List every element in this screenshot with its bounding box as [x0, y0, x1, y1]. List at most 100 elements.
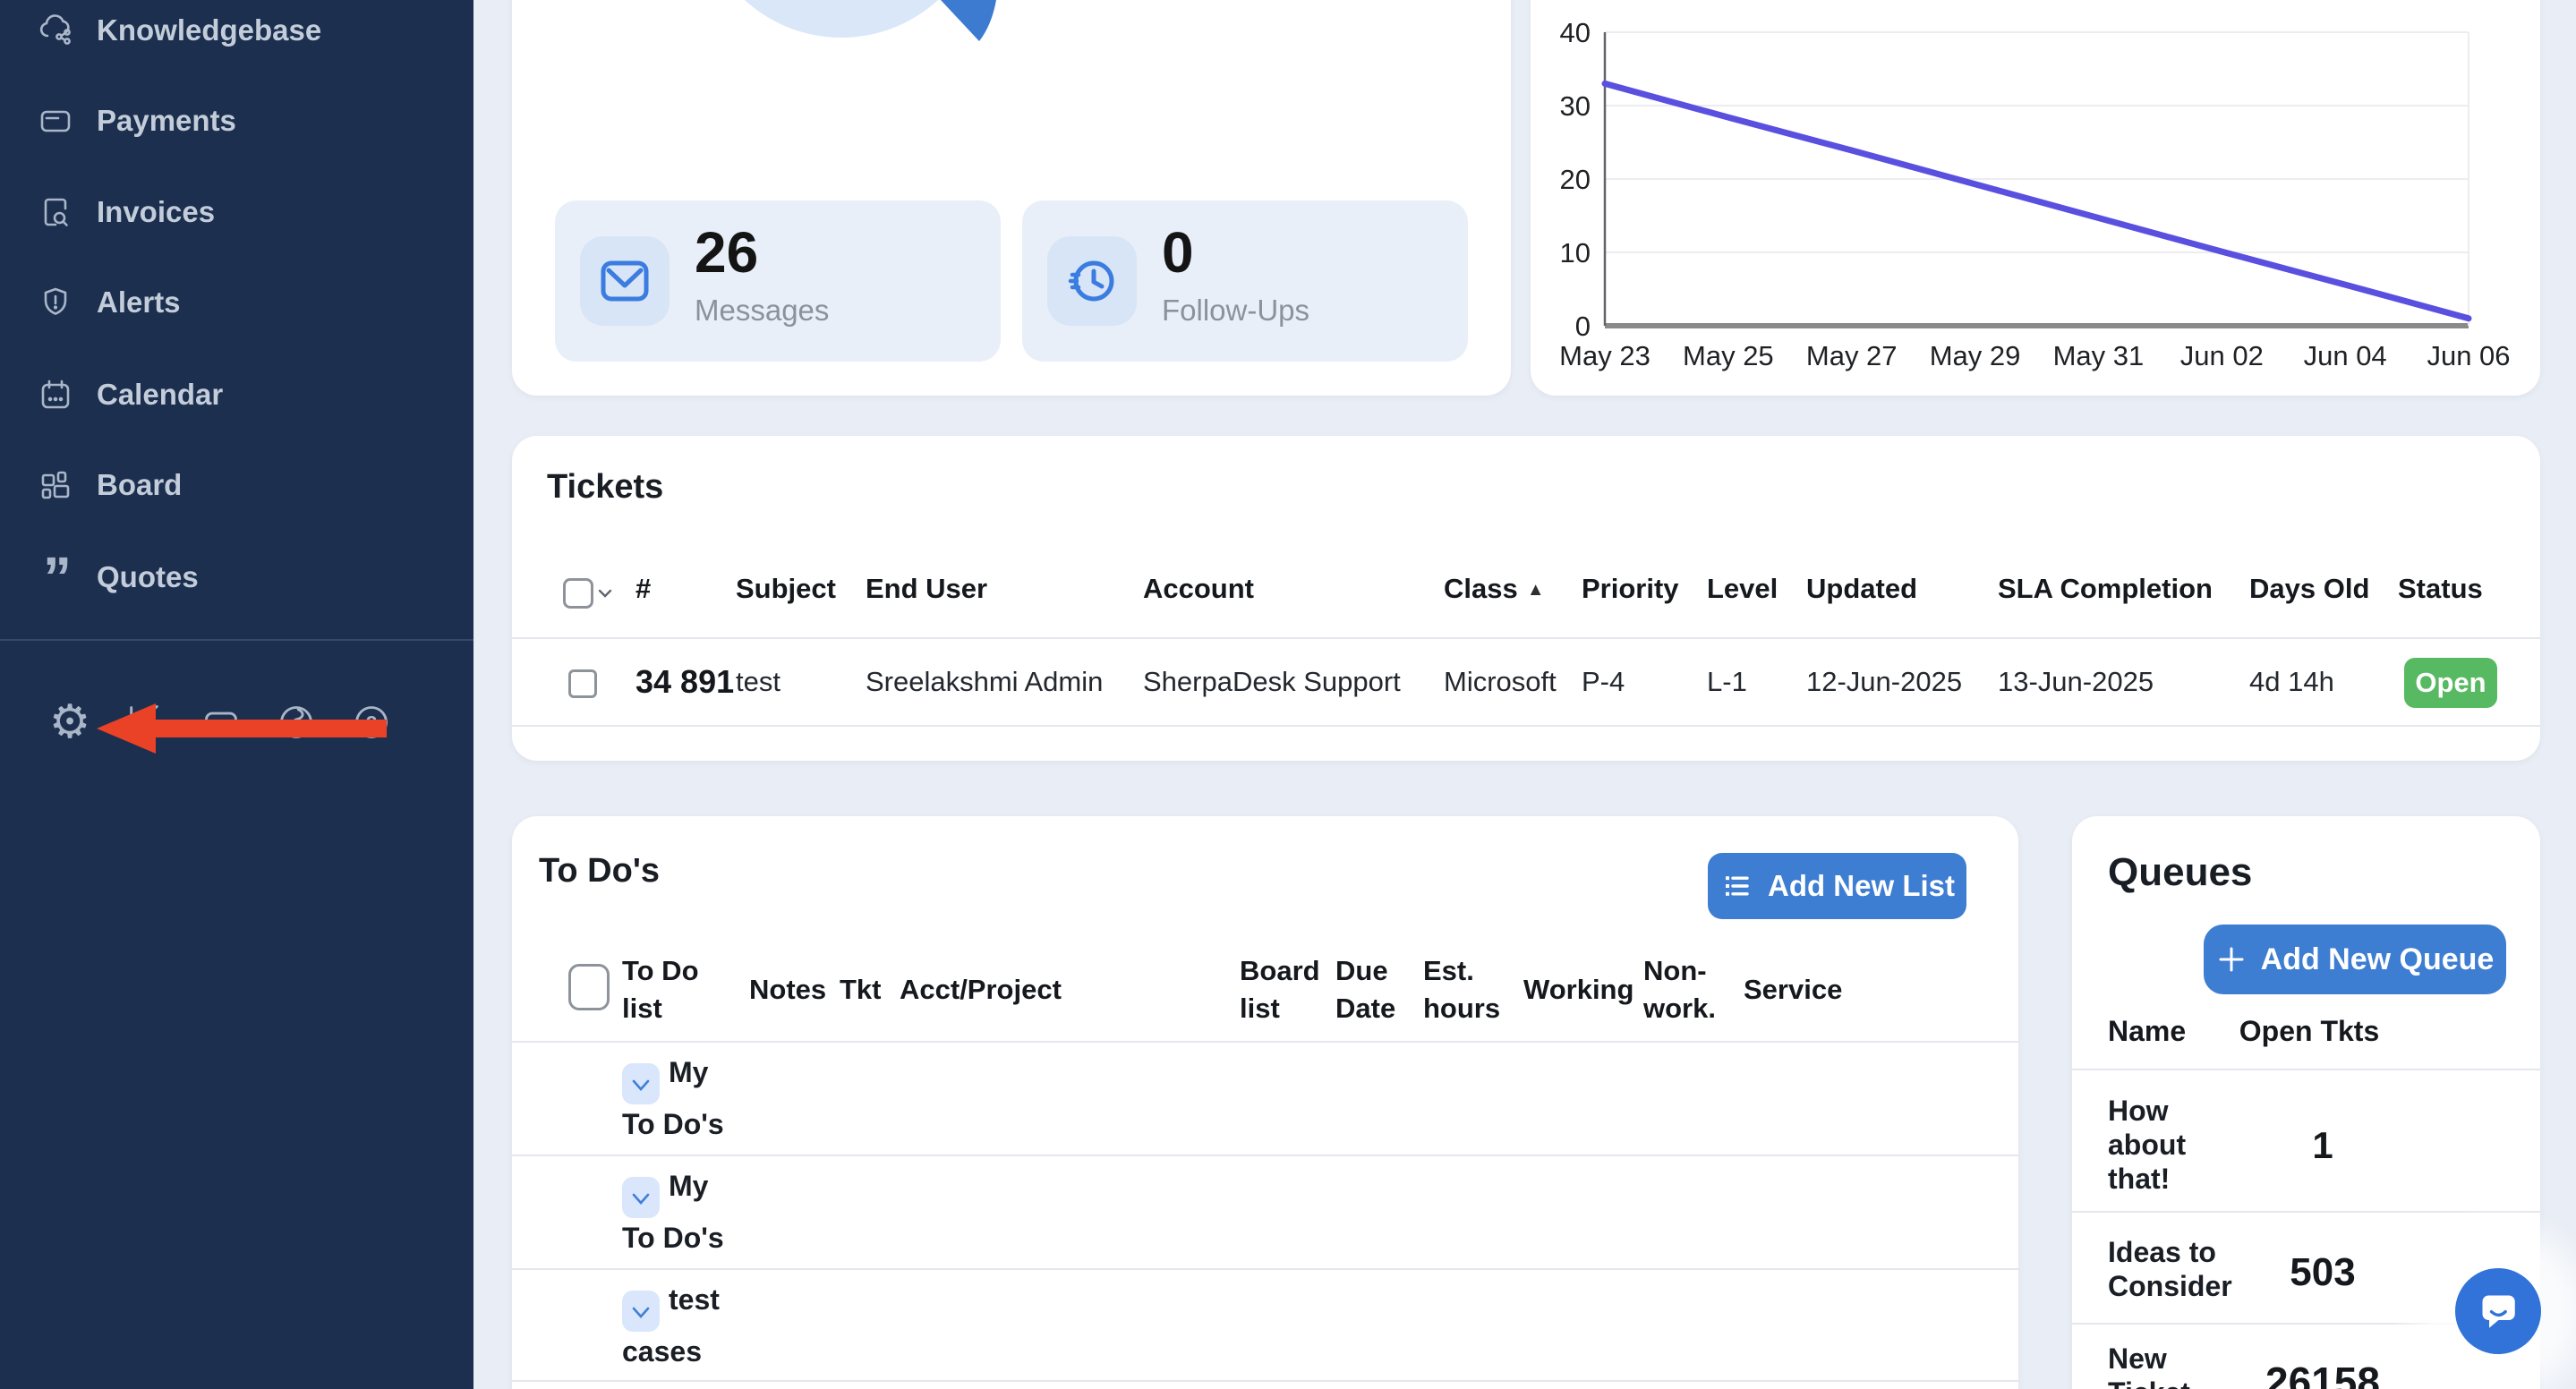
col-status[interactable]: Status: [2398, 573, 2483, 605]
sidebar-item-alerts[interactable]: Alerts: [38, 283, 181, 322]
svg-text:0: 0: [1575, 311, 1591, 342]
ticket-number[interactable]: 34 891: [635, 663, 734, 701]
envelope-icon: [580, 236, 670, 326]
overview-card: 26 Messages 0 Follow-Ups: [512, 0, 1511, 396]
col-notes[interactable]: Notes: [749, 974, 826, 1006]
todo-row[interactable]: My To Do's: [622, 1166, 728, 1257]
sidebar-divider: [0, 639, 473, 641]
todos-title: To Do's: [539, 852, 660, 890]
table-divider: [512, 1155, 2018, 1156]
col-end-user[interactable]: End User: [866, 573, 987, 605]
add-new-list-button[interactable]: Add New List: [1708, 853, 1966, 919]
col-due-date[interactable]: Due Date: [1335, 952, 1407, 1027]
col-todo-list[interactable]: To Do list: [622, 952, 704, 1027]
pie-slice-major: [698, 0, 985, 38]
col-number[interactable]: #: [635, 573, 651, 605]
sidebar-item-label: Invoices: [97, 195, 215, 229]
sidebar-item-invoices[interactable]: Invoices: [38, 192, 215, 232]
col-working[interactable]: Working: [1523, 974, 1633, 1006]
col-non-work[interactable]: Non-work.: [1643, 952, 1720, 1027]
col-updated[interactable]: Updated: [1806, 573, 1917, 605]
svg-text:May 29: May 29: [1930, 340, 2021, 371]
intercom-chat-button[interactable]: [2455, 1268, 2541, 1354]
queue-name[interactable]: New Ticket: [2108, 1342, 2244, 1389]
expand-chevron-icon[interactable]: [622, 1177, 660, 1218]
add-new-queue-button[interactable]: Add New Queue: [2204, 925, 2506, 994]
table-divider: [512, 637, 2540, 639]
line-chart-card: 010203040May 23May 25May 27May 29May 31J…: [1531, 0, 2540, 396]
table-divider: [512, 1268, 2018, 1270]
svg-text:Jun 06: Jun 06: [2427, 340, 2510, 371]
table-divider: [2072, 1069, 2540, 1070]
svg-text:May 25: May 25: [1683, 340, 1774, 371]
sidebar-item-payments[interactable]: Payments: [38, 101, 236, 141]
todos-select-all-checkbox[interactable]: [568, 964, 610, 1010]
svg-text:40: 40: [1560, 17, 1591, 48]
ticket-level: L-1: [1707, 666, 1747, 698]
sidebar-item-label: Knowledgebase: [97, 13, 321, 47]
sidebar-item-knowledgebase[interactable]: Knowledgebase: [38, 11, 321, 50]
table-divider: [512, 725, 2540, 727]
pie-slice-minor: [941, 0, 996, 41]
todo-row[interactable]: test cases: [622, 1280, 728, 1371]
col-acct-project[interactable]: Acct/Project: [900, 974, 1062, 1006]
status-badge: Open: [2404, 658, 2497, 708]
expand-chevron-icon[interactable]: [622, 1063, 660, 1104]
col-open-tkts[interactable]: Open Tkts: [2233, 1015, 2385, 1048]
col-subject[interactable]: Subject: [736, 573, 836, 605]
col-board-list[interactable]: Board list: [1240, 952, 1322, 1027]
alerts-shield-icon: [38, 285, 73, 320]
svg-text:30: 30: [1560, 90, 1591, 122]
ticket-days-old: 4d 14h: [2249, 666, 2334, 698]
board-icon: [38, 467, 73, 503]
queue-name[interactable]: How about that!: [2108, 1094, 2244, 1196]
invoices-icon: [38, 194, 73, 230]
ticket-account: SherpaDesk Support: [1143, 666, 1401, 698]
col-level[interactable]: Level: [1707, 573, 1778, 605]
sidebar-item-quotes[interactable]: ” Quotes: [38, 558, 199, 597]
svg-text:May 27: May 27: [1806, 340, 1898, 371]
sidebar-item-calendar[interactable]: Calendar: [38, 375, 223, 414]
svg-text:10: 10: [1560, 237, 1591, 268]
col-sla-completion[interactable]: SLA Completion: [1998, 573, 2213, 605]
svg-text:Jun 04: Jun 04: [2304, 340, 2387, 371]
ticket-priority: P-4: [1582, 666, 1625, 698]
svg-text:20: 20: [1560, 164, 1591, 195]
calendar-icon: [38, 377, 73, 413]
ticket-updated: 12-Jun-2025: [1806, 666, 1962, 698]
tickets-title: Tickets: [547, 468, 663, 507]
todos-card: To Do's Add New List To Do list Notes Tk…: [512, 816, 2018, 1389]
dashboard-screen: Knowledgebase Payments Invoices: [0, 0, 2576, 1389]
select-all-checkbox[interactable]: [563, 578, 593, 609]
red-arrow-annotation: [90, 696, 394, 761]
select-all-chevron-icon[interactable]: [594, 583, 616, 609]
expand-chevron-icon[interactable]: [622, 1291, 660, 1332]
col-tkt[interactable]: Tkt: [840, 974, 882, 1006]
sidebar-item-label: Alerts: [97, 285, 181, 320]
followups-stat-tile[interactable]: 0 Follow-Ups: [1022, 200, 1468, 362]
todo-row[interactable]: My To Do's: [622, 1052, 728, 1144]
clock-history-icon: [1047, 236, 1137, 326]
tickets-trend-line-chart: 010203040May 23May 25May 27May 29May 31J…: [1531, 0, 2540, 396]
queue-open-count: 26158: [2233, 1358, 2412, 1389]
settings-gear-icon[interactable]: ⚙: [49, 702, 90, 743]
col-queue-name[interactable]: Name: [2108, 1015, 2186, 1048]
col-days-old[interactable]: Days Old: [2249, 573, 2369, 605]
queue-name[interactable]: Ideas to Consider: [2108, 1235, 2244, 1303]
chat-bubble-icon: [2471, 1284, 2525, 1338]
col-service[interactable]: Service: [1744, 974, 1842, 1006]
sidebar-item-label: Quotes: [97, 560, 199, 594]
col-account[interactable]: Account: [1143, 573, 1254, 605]
queues-title: Queues: [2108, 850, 2252, 895]
payments-card-icon: [38, 103, 73, 139]
ticket-subject[interactable]: test: [736, 666, 780, 698]
row-checkbox[interactable]: [568, 669, 597, 698]
col-priority[interactable]: Priority: [1582, 573, 1679, 605]
sidebar-item-board[interactable]: Board: [38, 465, 182, 505]
plus-icon: [2216, 944, 2247, 975]
col-est-hours[interactable]: Est. hours: [1423, 952, 1504, 1027]
knowledgebase-cloud-icon: [38, 13, 73, 48]
messages-stat-tile[interactable]: 26 Messages: [555, 200, 1001, 362]
queue-open-count: 1: [2233, 1124, 2412, 1167]
col-class[interactable]: Class▲: [1444, 573, 1545, 605]
